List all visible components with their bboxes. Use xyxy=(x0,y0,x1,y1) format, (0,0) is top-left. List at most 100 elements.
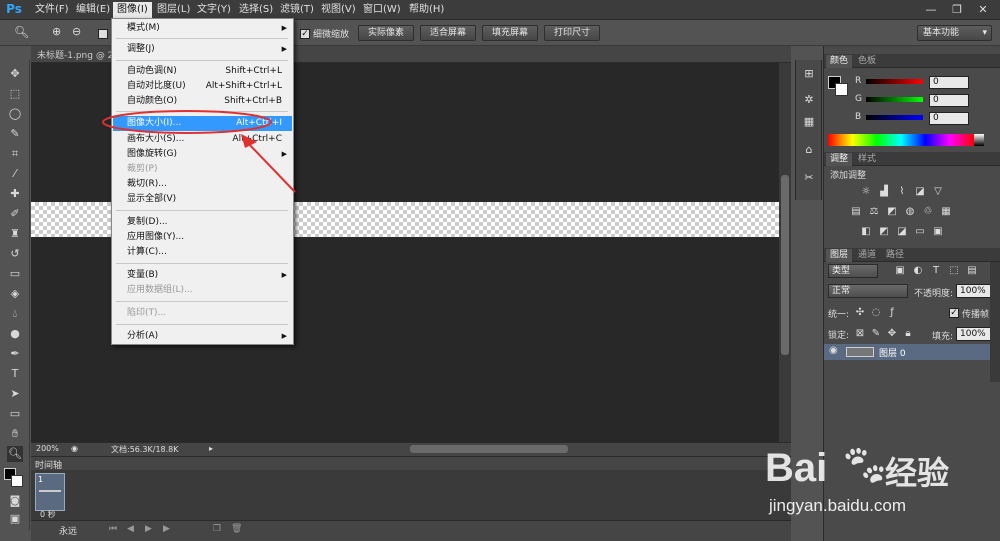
character-panel-icon[interactable]: ▦ xyxy=(801,114,817,130)
menu-view[interactable]: 视图(V) xyxy=(317,2,360,18)
unify-style-icon[interactable]: ƒ xyxy=(886,307,898,319)
quick-select-tool-icon[interactable]: ✎ xyxy=(7,126,23,142)
frame-delay[interactable]: 0 秒 xyxy=(40,509,56,520)
menu-item-auto-tone[interactable]: 自动色调(N) Shift+Ctrl+L xyxy=(113,64,292,79)
status-info-icon[interactable]: ◉ xyxy=(71,444,78,453)
tab-paths[interactable]: 路径 xyxy=(882,249,908,262)
menu-item-variables[interactable]: 变量(B) ▶ xyxy=(113,268,292,283)
fill-input[interactable]: 100% xyxy=(956,327,994,341)
tab-adjustments[interactable]: 调整 xyxy=(826,153,853,166)
layers-scrollbar[interactable] xyxy=(990,262,1000,382)
fill-screen-button[interactable]: 填充屏幕 xyxy=(482,25,538,41)
zoom-tool-icon[interactable]: 🔍︎ xyxy=(7,446,23,462)
lock-position-icon[interactable]: ✥ xyxy=(886,328,898,340)
zoom-level[interactable]: 200% xyxy=(36,444,59,453)
close-icon[interactable]: ✕ xyxy=(970,1,996,18)
move-tool-icon[interactable]: ✥ xyxy=(7,66,23,82)
levels-icon[interactable]: ▟ xyxy=(878,186,890,198)
filter-type-icon[interactable]: T xyxy=(930,265,942,277)
layer-filter-dropdown[interactable]: 类型 xyxy=(828,264,878,278)
workspace-dropdown[interactable]: 基本功能 ▾ xyxy=(917,25,992,41)
propagate-frame-checkbox[interactable]: ✓ xyxy=(949,308,959,318)
visibility-eye-icon[interactable]: ◉ xyxy=(829,345,838,356)
curves-icon[interactable]: ⌇ xyxy=(896,186,908,198)
fit-screen-button[interactable]: 适合屏幕 xyxy=(420,25,476,41)
clone-stamp-tool-icon[interactable]: ♜ xyxy=(7,226,23,242)
filter-adjust-icon[interactable]: ◐ xyxy=(912,265,924,277)
menu-type[interactable]: 文字(Y) xyxy=(193,2,235,18)
color-lookup-icon[interactable]: ▦ xyxy=(940,206,952,218)
horizontal-scrollbar-thumb[interactable] xyxy=(410,445,568,453)
lock-transparent-icon[interactable]: ⊠ xyxy=(854,328,866,340)
menu-item-duplicate[interactable]: 复制(D)... xyxy=(113,215,292,230)
tab-swatches[interactable]: 色板 xyxy=(854,55,880,68)
screen-mode-icon[interactable]: ▣ xyxy=(7,511,23,527)
selective-color-icon[interactable]: ▣ xyxy=(932,226,944,238)
unify-visibility-icon[interactable]: ◌ xyxy=(870,307,882,319)
status-arrow-icon[interactable]: ▸ xyxy=(209,444,213,453)
zoom-out-icon[interactable]: ⊖ xyxy=(72,25,86,41)
menu-item-mode[interactable]: 模式(M) ▶ xyxy=(113,21,292,36)
menu-image[interactable]: 图像(I) xyxy=(113,2,152,18)
filter-pixel-icon[interactable]: ▣ xyxy=(894,265,906,277)
color-spectrum-bar[interactable] xyxy=(828,134,974,146)
background-color-swatch[interactable] xyxy=(11,475,23,487)
vibrance-icon[interactable]: ▽ xyxy=(932,186,944,198)
loop-dropdown[interactable]: 永远 xyxy=(59,524,77,537)
blur-tool-icon[interactable]: 💧︎ xyxy=(7,306,23,322)
paint-bucket-tool-icon[interactable]: ◈ xyxy=(7,286,23,302)
actual-pixels-button[interactable]: 实际像素 xyxy=(358,25,414,41)
path-selection-tool-icon[interactable]: ➤ xyxy=(7,386,23,402)
unify-position-icon[interactable]: ✣ xyxy=(854,307,866,319)
duplicate-frame-icon[interactable]: ❐ xyxy=(213,524,221,534)
print-size-button[interactable]: 打印尺寸 xyxy=(544,25,600,41)
history-panel-icon[interactable]: ⊞ xyxy=(801,66,817,82)
menu-filter[interactable]: 滤镜(T) xyxy=(276,2,318,18)
blue-slider[interactable] xyxy=(866,115,923,120)
info-panel-icon[interactable]: ⌂ xyxy=(801,142,817,158)
tools-preset-icon[interactable]: ✂ xyxy=(801,170,817,186)
bg-color-chip[interactable] xyxy=(835,83,848,96)
prev-frame-icon[interactable]: ◀ xyxy=(127,524,134,534)
menu-window[interactable]: 窗口(W) xyxy=(359,2,405,18)
opacity-input[interactable]: 100% xyxy=(956,284,994,298)
play-icon[interactable]: ▶ xyxy=(145,524,152,534)
menu-item-auto-contrast[interactable]: 自动对比度(U) Alt+Shift+Ctrl+L xyxy=(113,79,292,94)
gradient-map-icon[interactable]: ▭ xyxy=(914,226,926,238)
invert-icon[interactable]: ◧ xyxy=(860,226,872,238)
tab-layers[interactable]: 图层 xyxy=(826,249,853,262)
brush-panel-icon[interactable]: ✲ xyxy=(801,92,817,108)
quick-mask-icon[interactable]: ◙ xyxy=(7,493,23,509)
lasso-tool-icon[interactable]: ◯ xyxy=(7,106,23,122)
menu-edit[interactable]: 编辑(E) xyxy=(72,2,114,18)
rectangle-tool-icon[interactable]: ▭ xyxy=(7,406,23,422)
minimize-icon[interactable]: — xyxy=(918,1,944,18)
menu-item-apply-image[interactable]: 应用图像(Y)... xyxy=(113,230,292,245)
menu-layer[interactable]: 图层(L) xyxy=(153,2,194,18)
hand-tool-icon[interactable]: ✋︎ xyxy=(7,426,23,442)
menu-file[interactable]: 文件(F) xyxy=(31,2,73,18)
green-slider[interactable] xyxy=(866,97,923,102)
channel-mixer-icon[interactable]: ♲ xyxy=(922,206,934,218)
photo-filter-icon[interactable]: ◍ xyxy=(904,206,916,218)
lock-all-icon[interactable]: 🔒︎ xyxy=(902,328,914,340)
first-frame-icon[interactable]: ⏮ xyxy=(109,524,117,534)
blend-mode-dropdown[interactable]: 正常 xyxy=(828,284,908,298)
zoom-tool-icon[interactable]: 🔍︎ xyxy=(14,25,30,41)
crop-tool-icon[interactable]: ⌗ xyxy=(7,146,23,162)
pen-tool-icon[interactable]: ✒ xyxy=(7,346,23,362)
red-slider[interactable] xyxy=(866,79,923,84)
layer-row[interactable]: ◉ 图层 0 xyxy=(824,344,990,360)
menu-item-adjustments[interactable]: 调整(J) ▶ xyxy=(113,42,292,57)
tab-color[interactable]: 颜色 xyxy=(826,55,853,68)
scrubby-zoom-checkbox[interactable]: ✓ xyxy=(300,29,310,39)
black-white-icon[interactable]: ◩ xyxy=(886,206,898,218)
dodge-tool-icon[interactable]: ● xyxy=(7,326,23,342)
type-tool-icon[interactable]: T xyxy=(7,366,23,382)
menu-item-calculations[interactable]: 计算(C)... xyxy=(113,245,292,260)
delete-frame-icon[interactable]: 🗑︎ xyxy=(231,524,242,534)
posterize-icon[interactable]: ◩ xyxy=(878,226,890,238)
restore-icon[interactable]: ❐ xyxy=(944,1,970,18)
menu-item-analysis[interactable]: 分析(A) ▶ xyxy=(113,329,292,344)
red-value[interactable]: 0 xyxy=(929,76,969,89)
